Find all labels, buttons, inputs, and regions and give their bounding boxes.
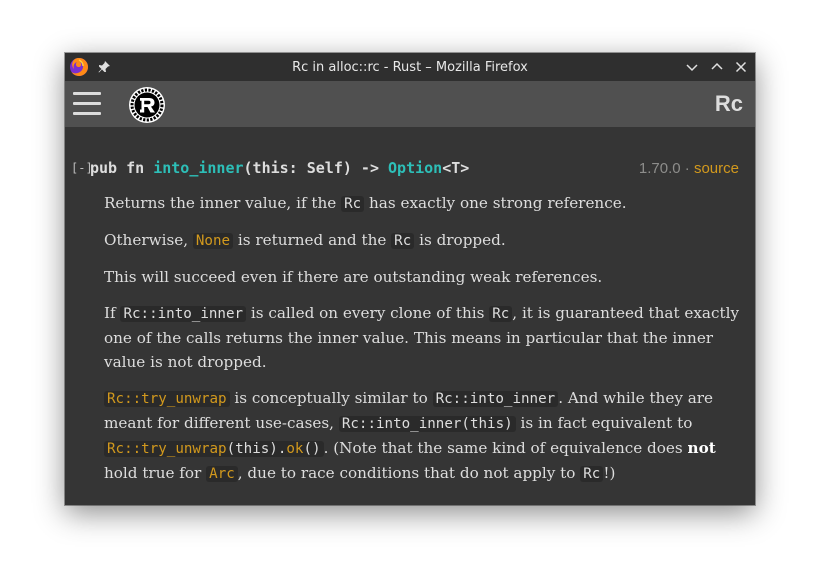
code-rc: Rc xyxy=(391,233,415,249)
window-title: Rc in alloc::rc - Rust – Mozilla Firefox xyxy=(292,60,528,75)
source-link[interactable]: source xyxy=(694,160,739,177)
try-unwrap-link[interactable]: Rc::try_unwrap xyxy=(104,391,230,407)
method-signature: [-] pub fn into_inner(this: Self) -> Opt… xyxy=(71,159,751,181)
page-title: Rc xyxy=(714,91,743,116)
doc-paragraph: This will succeed even if there are outs… xyxy=(104,265,744,289)
code-into-inner-this: Rc::into_inner(this) xyxy=(338,416,516,432)
emphasis-not: not xyxy=(687,439,716,457)
doc-paragraph: Rc::try_unwrap is conceptually similar t… xyxy=(104,386,744,486)
doc-text: is conceptually similar to xyxy=(229,389,433,407)
rustdoc-toolbar: Rc xyxy=(65,81,755,127)
doc-text: , due to race conditions that do not app… xyxy=(237,464,581,482)
code-rc-into-inner: Rc::into_inner xyxy=(120,306,247,322)
doc-text: If xyxy=(104,304,121,322)
doc-text: Returns the inner value, if the xyxy=(104,194,342,212)
code-rc: Rc xyxy=(341,196,365,212)
doc-text: !) xyxy=(603,464,616,482)
doc-text: is in fact equivalent to xyxy=(515,414,693,432)
none-link[interactable]: None xyxy=(192,233,234,249)
signature-code: pub fn into_inner(this: Self) -> Option<… xyxy=(90,159,469,177)
since-version: 1.70.0 · source xyxy=(639,160,739,177)
doc-text: has exactly one strong reference. xyxy=(364,194,627,212)
return-type-link[interactable]: Option xyxy=(388,159,442,177)
since-label: 1.70.0 · xyxy=(638,160,694,177)
minimize-icon[interactable] xyxy=(685,60,699,74)
code-rc: Rc xyxy=(580,466,604,482)
doc-paragraph: Otherwise, None is returned and the Rc i… xyxy=(104,228,744,253)
doc-text: is called on every clone of this xyxy=(246,304,490,322)
code-rc: Rc xyxy=(489,306,513,322)
title-bar: Rc in alloc::rc - Rust – Mozilla Firefox xyxy=(65,53,755,81)
doc-text: is returned and the xyxy=(233,231,392,249)
browser-window: Rc in alloc::rc - Rust – Mozilla Firefox… xyxy=(65,53,755,505)
code-text: () xyxy=(303,441,321,457)
doc-block: Returns the inner value, if the Rc has e… xyxy=(104,191,744,498)
maximize-icon[interactable] xyxy=(710,60,724,74)
doc-text: This will succeed even if there are outs… xyxy=(104,268,603,286)
try-unwrap-ok-code: Rc::try_unwrap(this).ok() xyxy=(104,441,324,457)
sig-params: (this: Self) -> xyxy=(243,159,389,177)
try-unwrap-link[interactable]: Rc::try_unwrap xyxy=(107,441,227,457)
doc-content: [-] pub fn into_inner(this: Self) -> Opt… xyxy=(65,127,755,505)
doc-paragraph: If Rc::into_inner is called on every clo… xyxy=(104,301,744,374)
close-icon[interactable] xyxy=(734,60,748,74)
menu-icon[interactable] xyxy=(73,92,101,116)
rust-logo-icon[interactable] xyxy=(128,86,166,124)
sig-keywords: pub fn xyxy=(90,159,154,177)
doc-text: hold true for xyxy=(104,464,207,482)
doc-paragraph: Returns the inner value, if the Rc has e… xyxy=(104,191,744,216)
code-rc-into-inner: Rc::into_inner xyxy=(432,391,559,407)
arc-link[interactable]: Arc xyxy=(206,466,238,482)
fn-name-link[interactable]: into_inner xyxy=(153,159,243,177)
doc-text: . (Note that the same kind of equivalenc… xyxy=(323,439,688,457)
code-text: (this). xyxy=(226,441,287,457)
ok-link[interactable]: ok xyxy=(286,441,303,457)
doc-text: Otherwise, xyxy=(104,231,193,249)
sig-generic: <T> xyxy=(442,159,470,177)
doc-text: is dropped. xyxy=(414,231,506,249)
